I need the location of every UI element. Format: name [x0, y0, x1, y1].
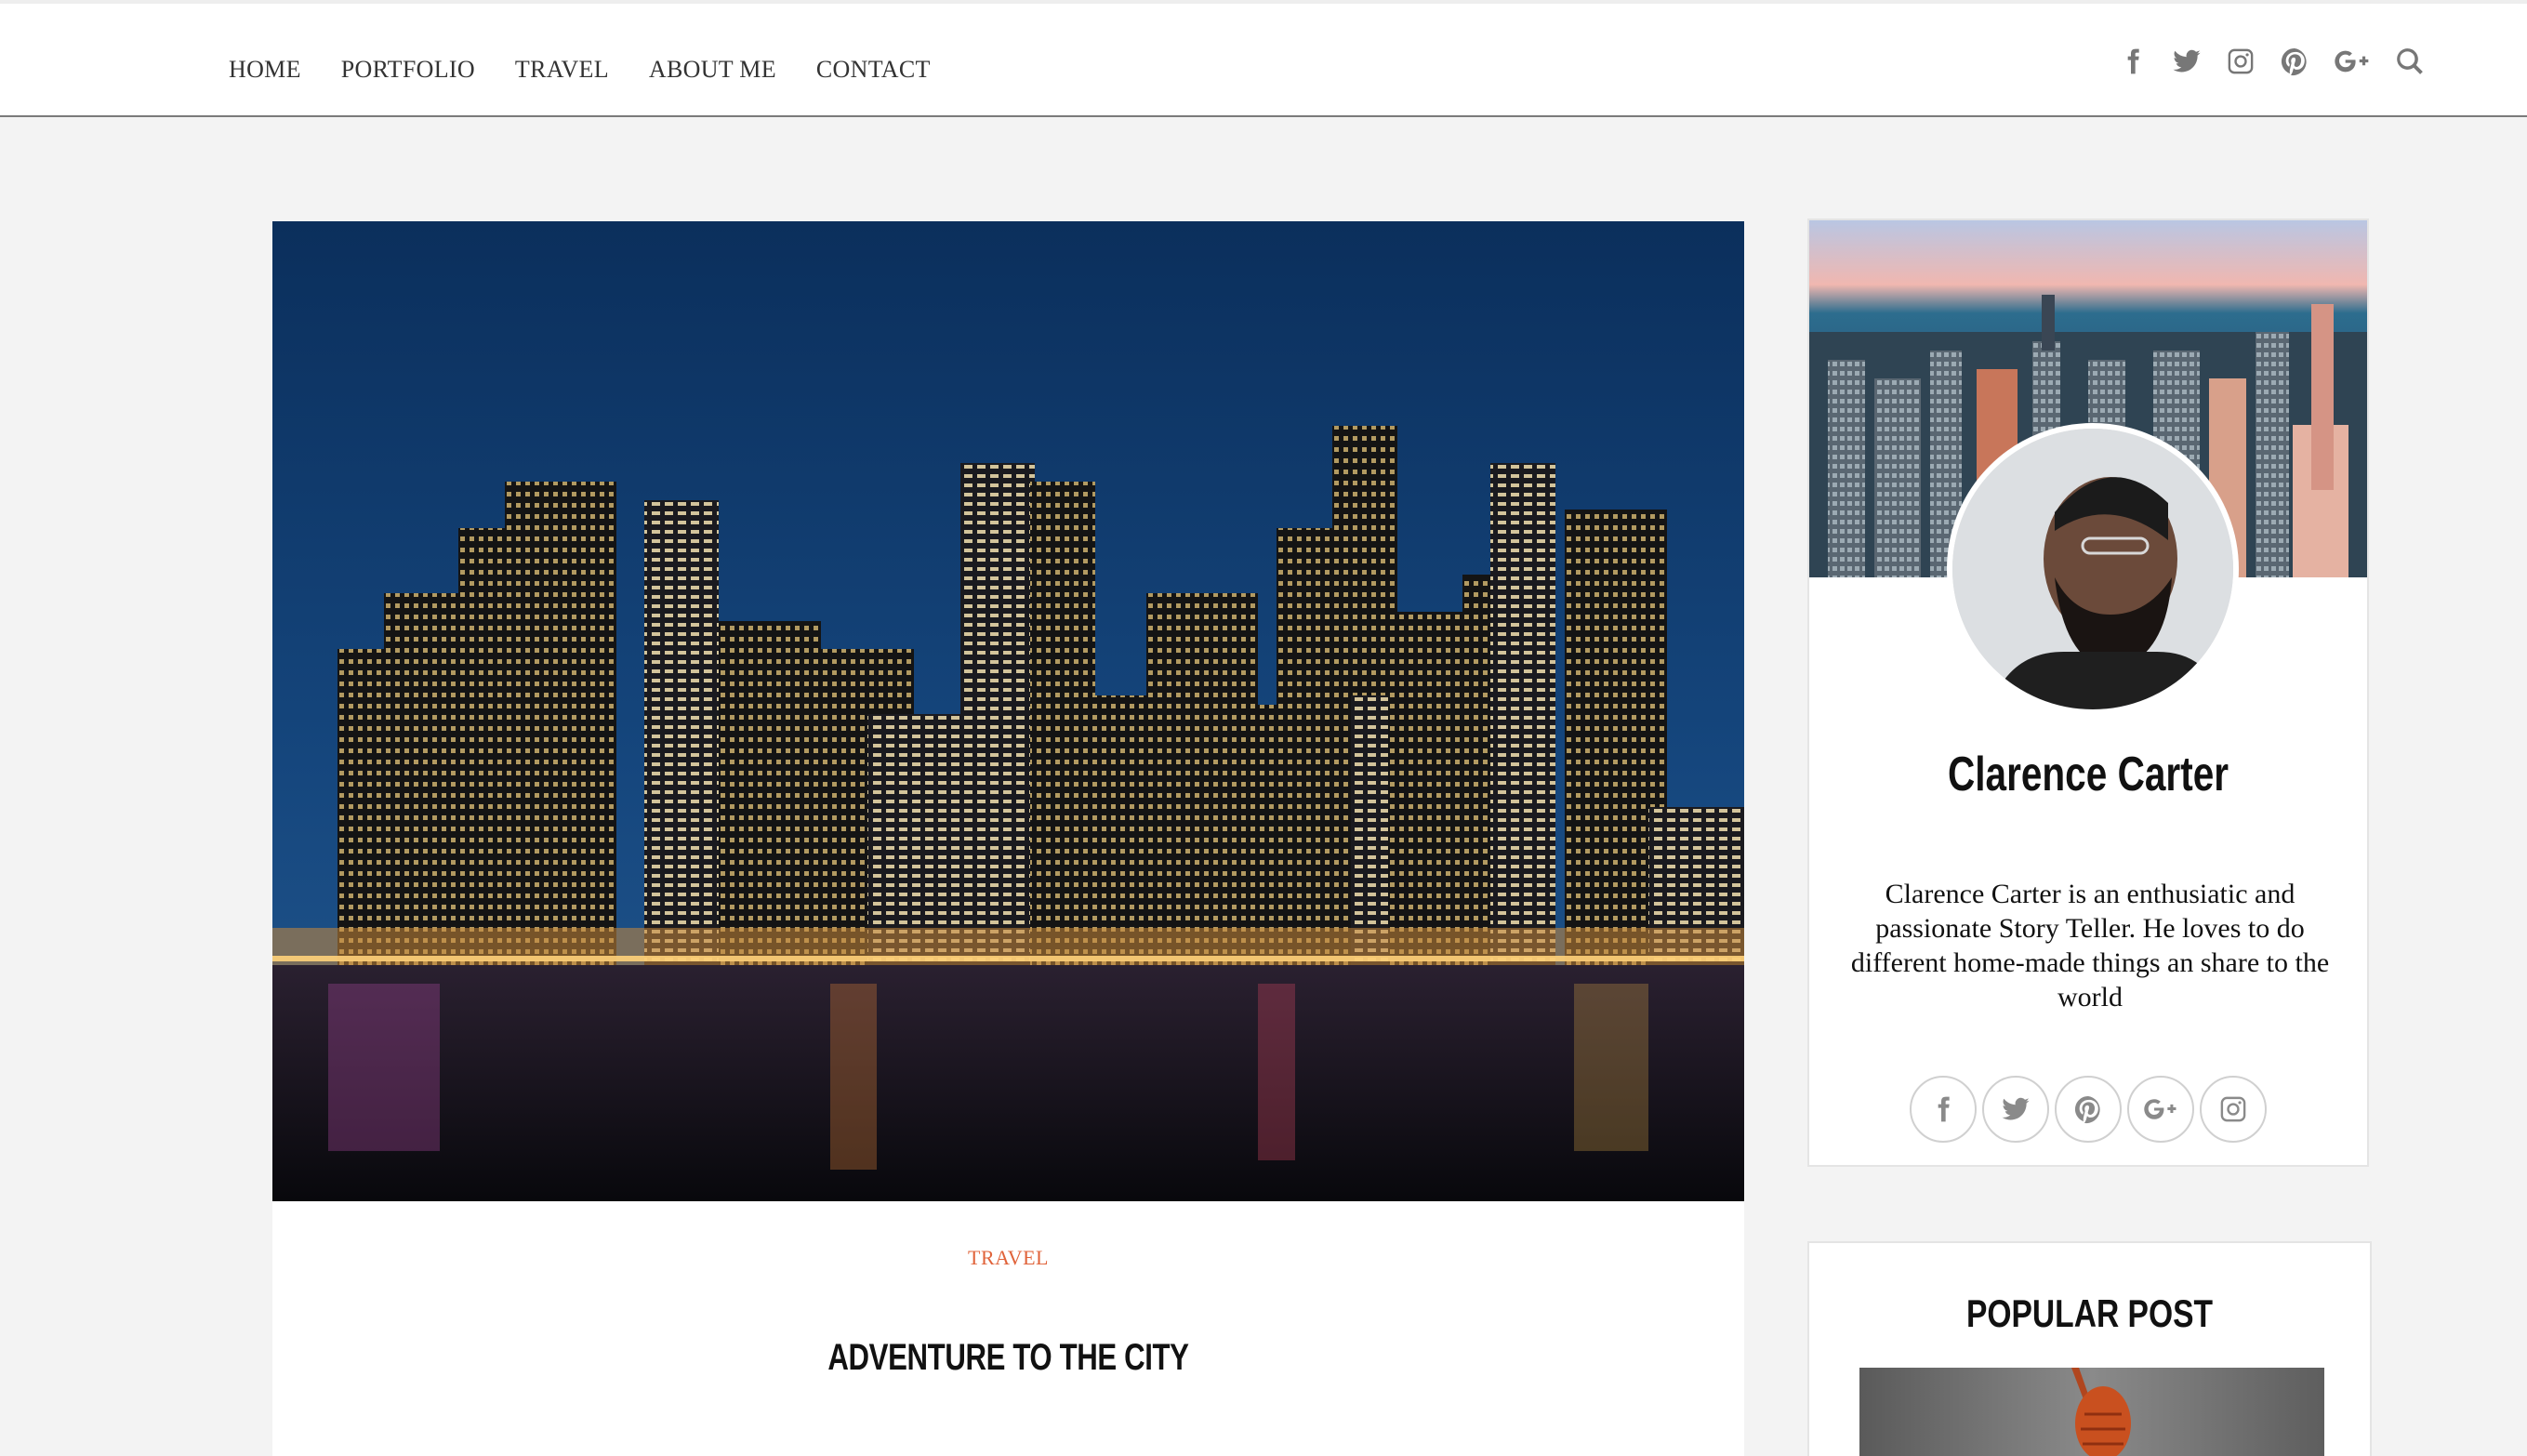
popular-post-title: POPULAR POST — [1965, 1291, 2214, 1335]
header-social-links — [2097, 43, 2428, 80]
pinterest-icon[interactable] — [2055, 1076, 2122, 1143]
top-navigation-bar: HOME PORTFOLIO TRAVEL ABOUT ME CONTACT — [0, 0, 2527, 117]
nav-about-me-link[interactable]: ABOUT ME — [649, 56, 776, 84]
nav-portfolio-link[interactable]: PORTFOLIO — [341, 56, 475, 84]
pinterest-icon[interactable] — [2276, 43, 2313, 80]
facebook-icon[interactable] — [1910, 1076, 1977, 1143]
twitter-icon[interactable] — [2168, 43, 2205, 80]
author-avatar[interactable] — [1947, 423, 2239, 715]
google-plus-icon[interactable] — [2330, 43, 2375, 80]
nav-home-link[interactable]: HOME — [229, 56, 301, 84]
google-plus-icon[interactable] — [2127, 1076, 2194, 1143]
facebook-icon[interactable] — [2114, 43, 2151, 80]
main-menu: HOME PORTFOLIO TRAVEL ABOUT ME CONTACT — [229, 56, 971, 84]
author-bio: Clarence Carter is an enthusiatic and pa… — [1850, 879, 2330, 1013]
post-category[interactable]: TRAVEL — [272, 1246, 1744, 1270]
nav-travel-link[interactable]: TRAVEL — [515, 56, 609, 84]
post-image[interactable] — [272, 221, 1744, 1201]
author-name: Clarence Carter — [1947, 748, 2229, 801]
instagram-icon[interactable] — [2200, 1076, 2267, 1143]
featured-post-card: TRAVEL ADVENTURE TO THE CITY — [272, 221, 1744, 1456]
instagram-icon[interactable] — [2222, 43, 2259, 80]
author-widget: Clarence Carter Clarence Carter is an en… — [1807, 218, 2369, 1167]
twitter-icon[interactable] — [1982, 1076, 2049, 1143]
search-icon[interactable] — [2391, 43, 2428, 80]
popular-post-thumbnail[interactable] — [1859, 1368, 2324, 1456]
post-title[interactable]: ADVENTURE TO THE CITY — [434, 1337, 1582, 1379]
author-social-links — [1809, 1076, 2367, 1143]
nav-contact-link[interactable]: CONTACT — [816, 56, 931, 84]
popular-post-widget: POPULAR POST — [1807, 1241, 2372, 1456]
